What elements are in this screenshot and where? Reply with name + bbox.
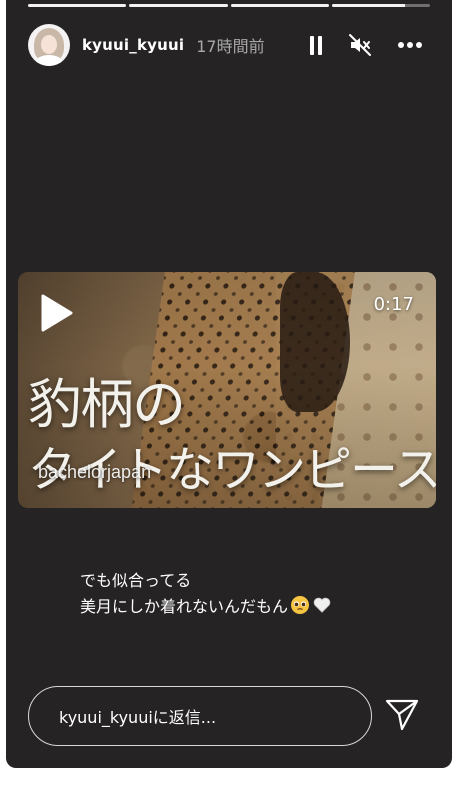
video-duration: 0:17 [373, 294, 414, 315]
progress-segment [129, 4, 228, 7]
progress-segment [28, 4, 127, 7]
message-line1: でも似合ってる [80, 571, 192, 590]
shared-video-post[interactable]: 0:17 豹柄の タイトなワンピース bachelorjapan [18, 272, 436, 508]
story-header: kyuui_kyuui 17時間前 [28, 22, 422, 68]
video-caption-line1: 豹柄の [28, 373, 186, 436]
message-line2-row: 美月にしか着れないんだもん [80, 594, 332, 623]
play-icon[interactable] [40, 294, 74, 336]
progress-segment [230, 4, 329, 7]
avatar[interactable] [28, 24, 70, 66]
message-line2: 美月にしか着れないんだもん [80, 597, 289, 616]
story-progress-bar [28, 4, 430, 7]
send-icon[interactable] [384, 698, 420, 736]
story-viewer: kyuui_kyuui 17時間前 0:17 豹柄の タイトなワンピース bac… [6, 0, 452, 768]
pause-icon[interactable] [310, 35, 322, 55]
reply-placeholder: kyuui_kyuuiに返信... [59, 708, 217, 727]
pleading-face-icon [290, 595, 310, 623]
mute-icon[interactable] [348, 33, 372, 57]
more-options-icon[interactable] [398, 41, 422, 49]
white-heart-icon [312, 595, 332, 623]
username[interactable]: kyuui_kyuui [82, 36, 184, 54]
video-watermark: bachelorjapan [38, 462, 152, 482]
progress-segment [331, 4, 430, 7]
post-time: 17時間前 [196, 37, 265, 56]
reply-input[interactable]: kyuui_kyuuiに返信... [28, 686, 372, 746]
header-controls [310, 33, 422, 57]
story-message: でも似合ってる 美月にしか着れないんだもん [80, 568, 332, 623]
